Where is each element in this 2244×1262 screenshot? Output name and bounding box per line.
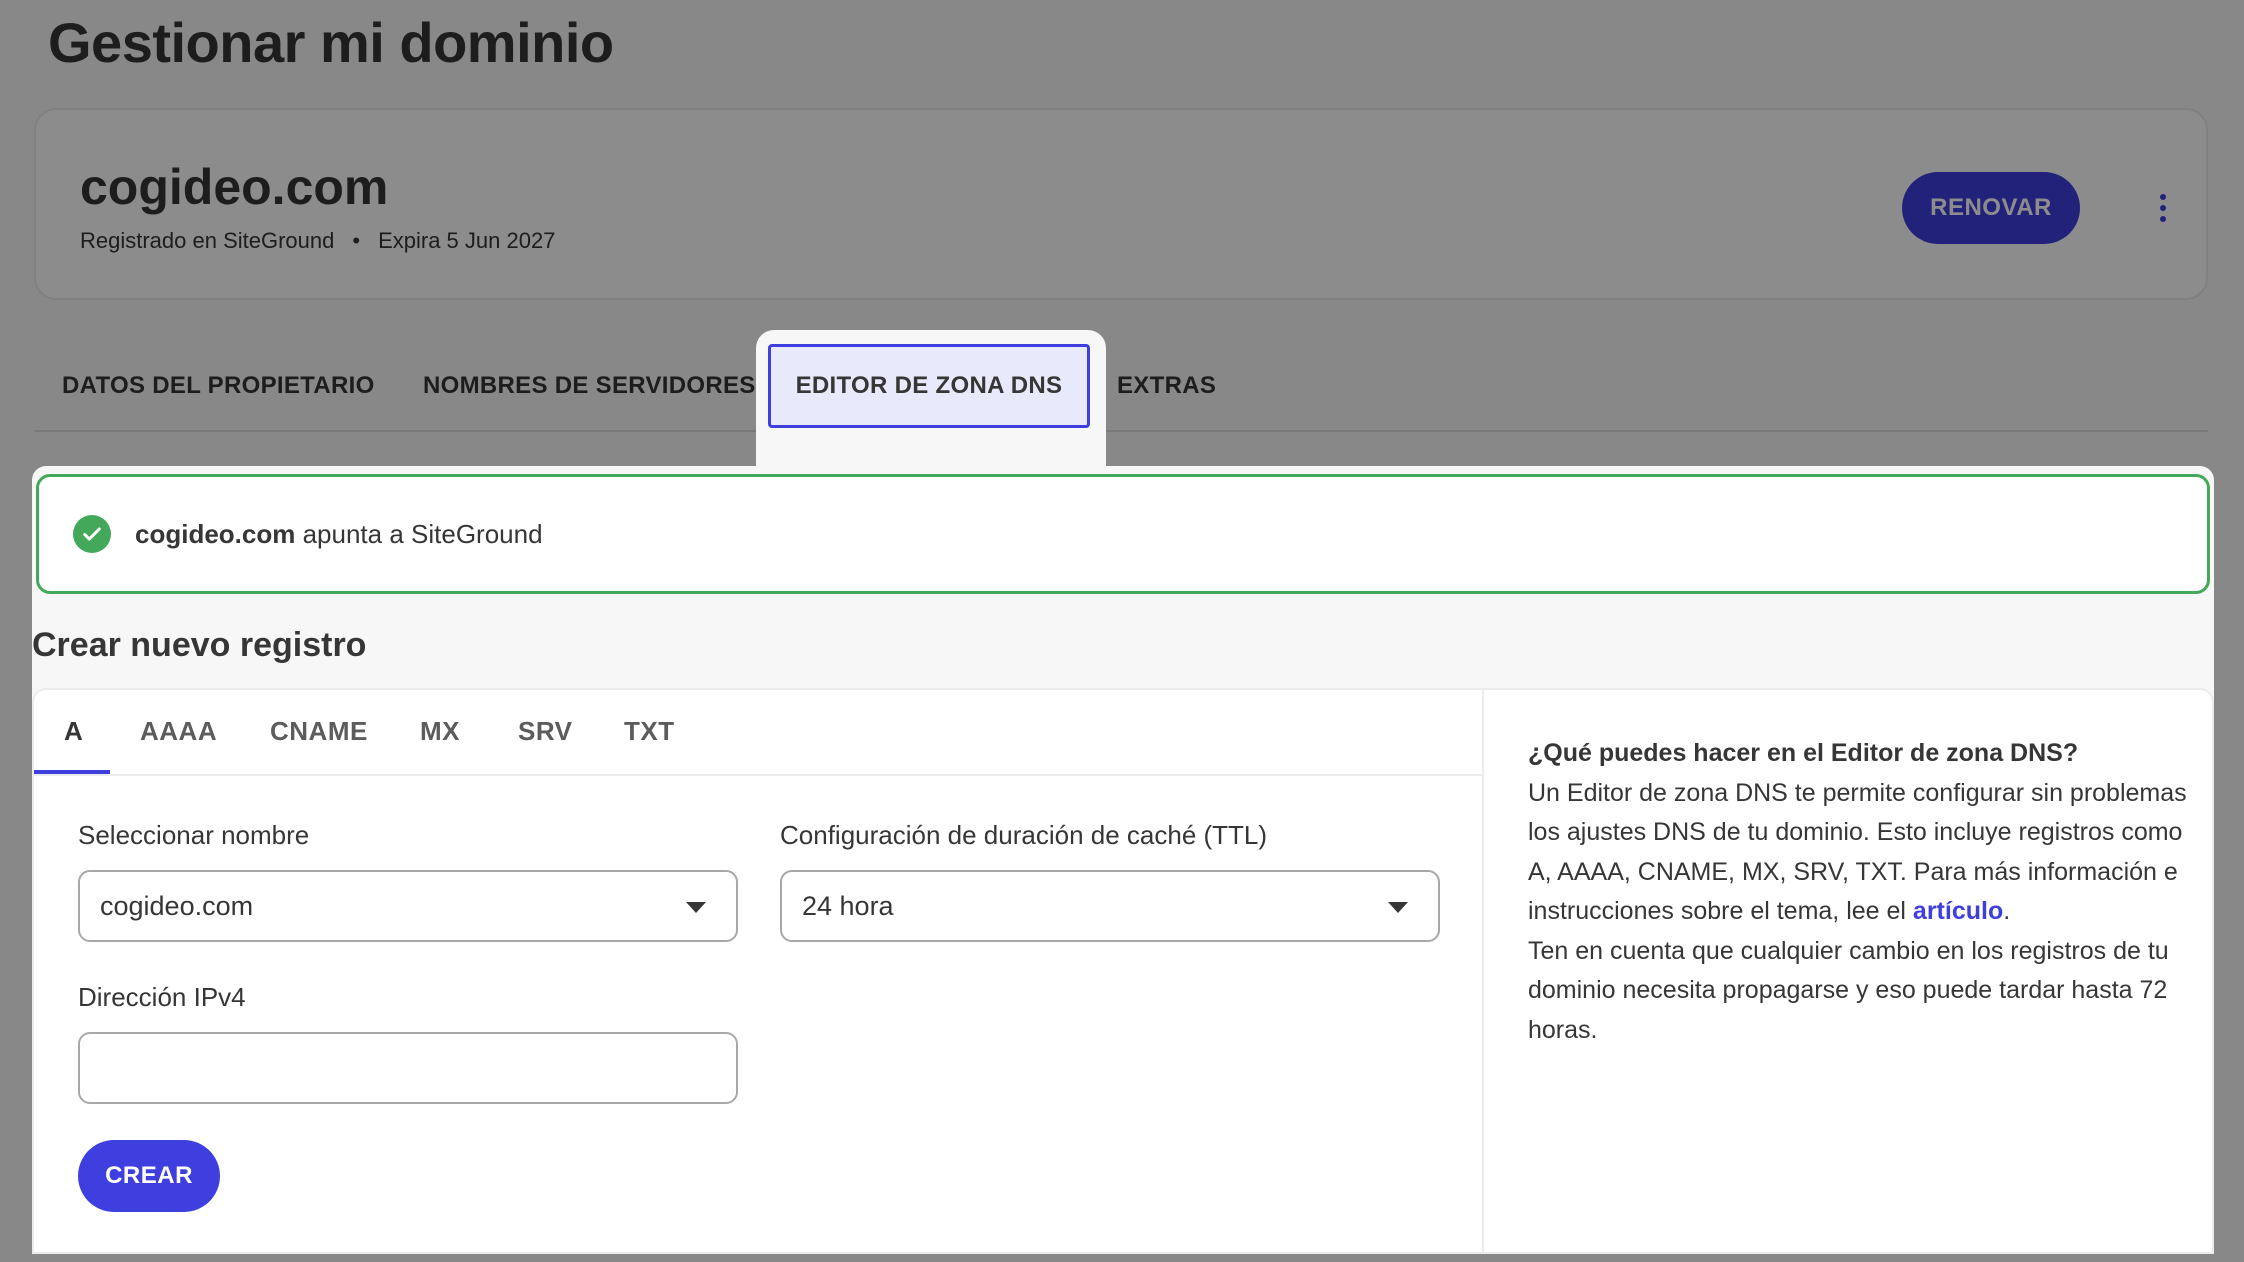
- ipv4-input[interactable]: [78, 1032, 738, 1104]
- record-tab-aaaa[interactable]: AAAA: [140, 716, 217, 747]
- record-tab-cname[interactable]: CNAME: [270, 716, 368, 747]
- status-alert: cogideo.com apunta a SiteGround: [36, 474, 2210, 594]
- help-text: ¿Qué puedes hacer en el Editor de zona D…: [1528, 734, 2188, 1050]
- chevron-down-icon: [1388, 902, 1408, 913]
- ipv4-label: Dirección IPv4: [78, 982, 246, 1012]
- help-paragraph-1: Un Editor de zona DNS te permite configu…: [1528, 774, 2188, 932]
- record-form: A AAAA CNAME MX SRV TXT Seleccionar nomb…: [34, 690, 1484, 1252]
- alert-text: apunta a SiteGround: [302, 518, 543, 549]
- record-tab-srv[interactable]: SRV: [518, 716, 573, 747]
- tab-dns-zone-editor[interactable]: EDITOR DE ZONA DNS: [768, 344, 1090, 428]
- name-select[interactable]: cogideo.com: [78, 870, 738, 942]
- section-title: Crear nuevo registro: [32, 626, 367, 664]
- create-button[interactable]: CREAR: [78, 1140, 220, 1212]
- create-record-card: A AAAA CNAME MX SRV TXT Seleccionar nomb…: [32, 688, 2214, 1254]
- active-tab-indicator: [34, 770, 110, 774]
- record-tab-txt[interactable]: TXT: [624, 716, 675, 747]
- help-body-1: Un Editor de zona DNS te permite configu…: [1528, 778, 2187, 926]
- chevron-down-icon: [686, 902, 706, 913]
- alert-message: cogideo.com apunta a SiteGround: [135, 519, 543, 550]
- dns-editor-panel: cogideo.com apunta a SiteGround Crear nu…: [32, 466, 2214, 1254]
- check-circle-icon: [73, 515, 111, 553]
- ttl-select[interactable]: 24 hora: [780, 870, 1440, 942]
- help-body-1-end: .: [2003, 897, 2011, 925]
- record-tab-a[interactable]: A: [64, 716, 83, 747]
- ttl-label: Configuración de duración de caché (TTL): [780, 820, 1268, 850]
- highlight-tab-area: EDITOR DE ZONA DNS: [756, 330, 1106, 466]
- article-link[interactable]: artículo: [1913, 897, 2003, 925]
- help-title: ¿Qué puedes hacer en el Editor de zona D…: [1528, 739, 2079, 767]
- record-type-tabs: A AAAA CNAME MX SRV TXT: [34, 690, 1484, 776]
- name-label: Seleccionar nombre: [78, 820, 310, 850]
- help-paragraph-2: Ten en cuenta que cualquier cambio en lo…: [1528, 936, 2169, 1044]
- name-select-value: cogideo.com: [100, 890, 254, 921]
- record-tab-mx[interactable]: MX: [420, 716, 460, 747]
- alert-domain: cogideo.com: [135, 518, 296, 549]
- ttl-select-value: 24 hora: [802, 890, 894, 921]
